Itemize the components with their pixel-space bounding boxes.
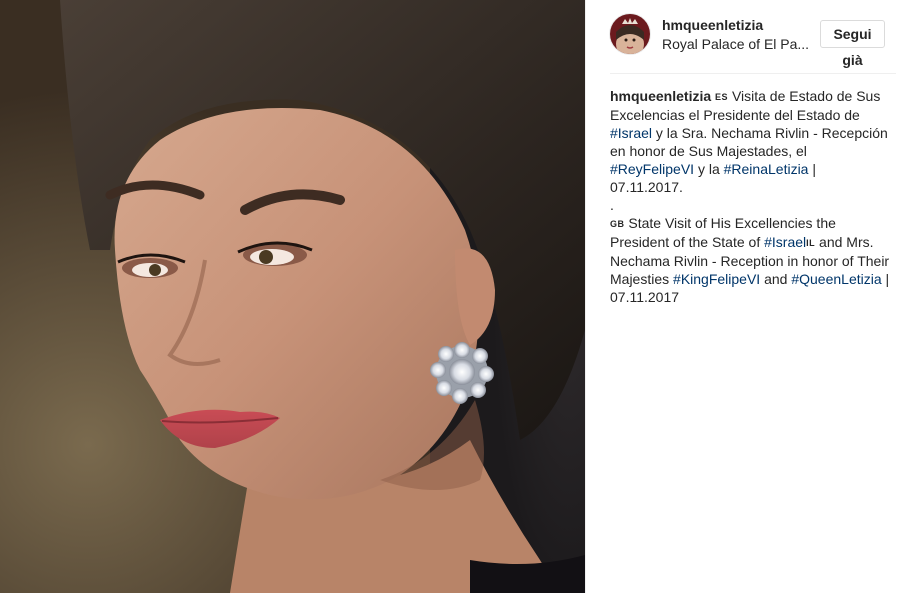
hashtag-link[interactable]: #KingFelipeVI — [673, 271, 760, 287]
hashtag-link[interactable]: #Israel — [610, 125, 652, 141]
post-sidebar: hmqueenletizia Royal Palace of El Pa... … — [585, 0, 898, 593]
caption-es: hmqueenletizia ES Visita de Estado de Su… — [610, 87, 890, 196]
caption-separator: . — [610, 197, 614, 213]
divider — [610, 73, 896, 74]
username-link[interactable]: hmqueenletizia — [662, 17, 763, 33]
avatar[interactable] — [610, 14, 650, 54]
hashtag-link[interactable]: #IsraelIL — [764, 234, 815, 250]
following-button[interactable]: Segui già — [820, 20, 885, 68]
caption-gb: GB State Visit of His Excellencies the P… — [610, 214, 890, 306]
post-caption: hmqueenletizia ES Visita de Estado de Su… — [610, 87, 890, 306]
location-link[interactable]: Royal Palace of El Pa... — [662, 36, 812, 52]
caption-text: and — [764, 271, 788, 287]
caption-author-link[interactable]: hmqueenletizia — [610, 88, 711, 104]
hashtag-link[interactable]: #QueenLetizia — [791, 271, 881, 287]
post-photo[interactable] — [0, 0, 585, 593]
gb-flag-icon: GB — [610, 219, 625, 229]
hashtag-link[interactable]: #ReinaLetizia — [724, 161, 809, 177]
caption-text: y la — [697, 161, 720, 177]
hashtag-text: #Israel — [764, 234, 807, 250]
il-flag-icon: IL — [806, 238, 816, 248]
hashtag-link[interactable]: #ReyFelipeVI — [610, 161, 694, 177]
caption-text: y la Sra. Nechama Rivlin - Recepción en … — [610, 125, 888, 159]
es-flag-icon: ES — [715, 92, 729, 102]
post-header: hmqueenletizia Royal Palace of El Pa... … — [610, 14, 885, 70]
portrait-image — [0, 0, 585, 593]
profile-photo-crown-icon — [610, 14, 650, 54]
